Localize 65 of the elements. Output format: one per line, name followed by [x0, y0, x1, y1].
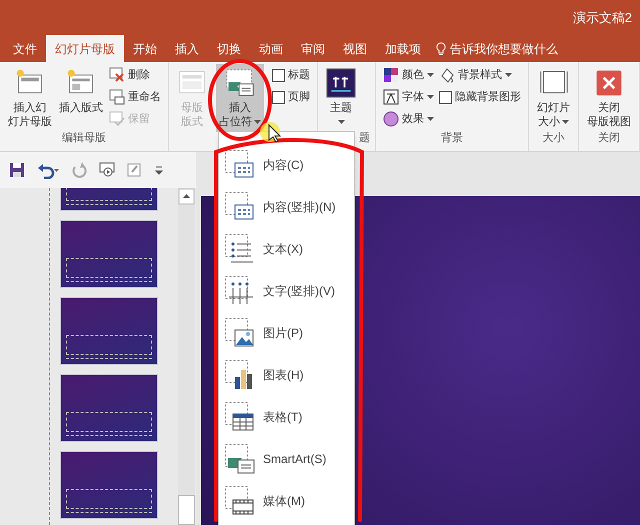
ribbon-tab[interactable]: 插入: [166, 35, 208, 62]
checkbox[interactable]: [272, 90, 285, 104]
background-style-icon: [439, 67, 455, 83]
placeholder-type-icon: [224, 317, 256, 349]
slideshow-icon[interactable]: [98, 161, 116, 179]
group-label: 题: [359, 132, 370, 145]
menu-item[interactable]: 图表(H): [219, 354, 354, 396]
slide-thumbnail[interactable]: [60, 220, 158, 288]
ribbon-tab[interactable]: 加载项: [376, 35, 430, 62]
menu-item[interactable]: 媒体(M): [219, 480, 354, 522]
ribbon-tab[interactable]: 审阅: [292, 35, 334, 62]
menu-item[interactable]: SmartArt(S): [219, 438, 354, 480]
ribbon-tab[interactable]: 视图: [334, 35, 376, 62]
checkbox[interactable]: [272, 68, 285, 82]
group-label: 背景: [441, 132, 463, 145]
undo-icon[interactable]: [36, 161, 60, 179]
ribbon-button[interactable]: 删除: [107, 64, 163, 86]
menu-item[interactable]: 内容(C): [219, 144, 354, 186]
menu-item[interactable]: 表格(T): [219, 396, 354, 438]
ribbon-tab[interactable]: 开始: [124, 35, 166, 62]
close-icon: [594, 68, 624, 98]
rename-icon: [109, 89, 125, 105]
group-label: 大小: [542, 132, 564, 145]
placeholder-type-icon: [224, 233, 256, 265]
ribbon-tab[interactable]: 切换: [208, 35, 250, 62]
ribbon-tab[interactable]: 幻灯片母版: [46, 35, 124, 62]
placeholder-type-icon: [224, 485, 256, 517]
menu-item[interactable]: 文字(竖排)(V): [219, 270, 354, 312]
ribbon-tab[interactable]: 动画: [250, 35, 292, 62]
slide-thumbnail[interactable]: [60, 451, 158, 519]
menu-item[interactable]: 图片(P): [219, 312, 354, 354]
ribbon-button[interactable]: 插入 占位符: [216, 64, 264, 132]
tell-me-search[interactable]: 告诉我你想要做什么: [430, 35, 558, 62]
theme-icon: [326, 68, 356, 98]
placeholder-type-icon: [224, 443, 256, 475]
slide-thumbnail[interactable]: [60, 297, 158, 365]
group-label: 编辑母版: [62, 132, 106, 145]
delete-icon: [109, 67, 125, 83]
slide-thumbnail[interactable]: [60, 374, 158, 442]
placeholder-type-icon: [224, 401, 256, 433]
ribbon-tab[interactable]: 文件: [4, 35, 46, 62]
effects-icon: [383, 111, 399, 127]
menu-item[interactable]: 文本(X): [219, 228, 354, 270]
font-icon: [383, 89, 399, 105]
checkbox-option[interactable]: 页脚: [270, 86, 312, 108]
menu-item[interactable]: 内容(竖排)(N): [219, 186, 354, 228]
placeholder-type-icon: [224, 275, 256, 307]
checkbox-option[interactable]: 标题: [270, 64, 312, 86]
color-palette-icon: [383, 67, 399, 83]
ribbon-button[interactable]: 字体: [381, 86, 436, 108]
ribbon-button[interactable]: 效果: [381, 108, 436, 130]
group-label: 关闭: [598, 132, 620, 145]
ribbon-button[interactable]: 背景样式: [437, 64, 523, 86]
checkbox-option[interactable]: 隐藏背景图形: [437, 86, 523, 108]
checkbox[interactable]: [439, 90, 452, 104]
placeholder-icon: [225, 68, 255, 98]
scroll-thumb[interactable]: [178, 495, 195, 525]
window-title: 演示文稿2: [572, 8, 632, 27]
preserve-icon: [109, 111, 125, 127]
scroll-up-icon[interactable]: [178, 188, 195, 205]
scrollbar[interactable]: [178, 188, 195, 525]
ribbon-button[interactable]: 重命名: [107, 86, 163, 108]
ribbon-button[interactable]: 颜色: [381, 64, 436, 86]
lightbulb-icon: [436, 42, 446, 56]
save-icon[interactable]: [8, 161, 26, 179]
